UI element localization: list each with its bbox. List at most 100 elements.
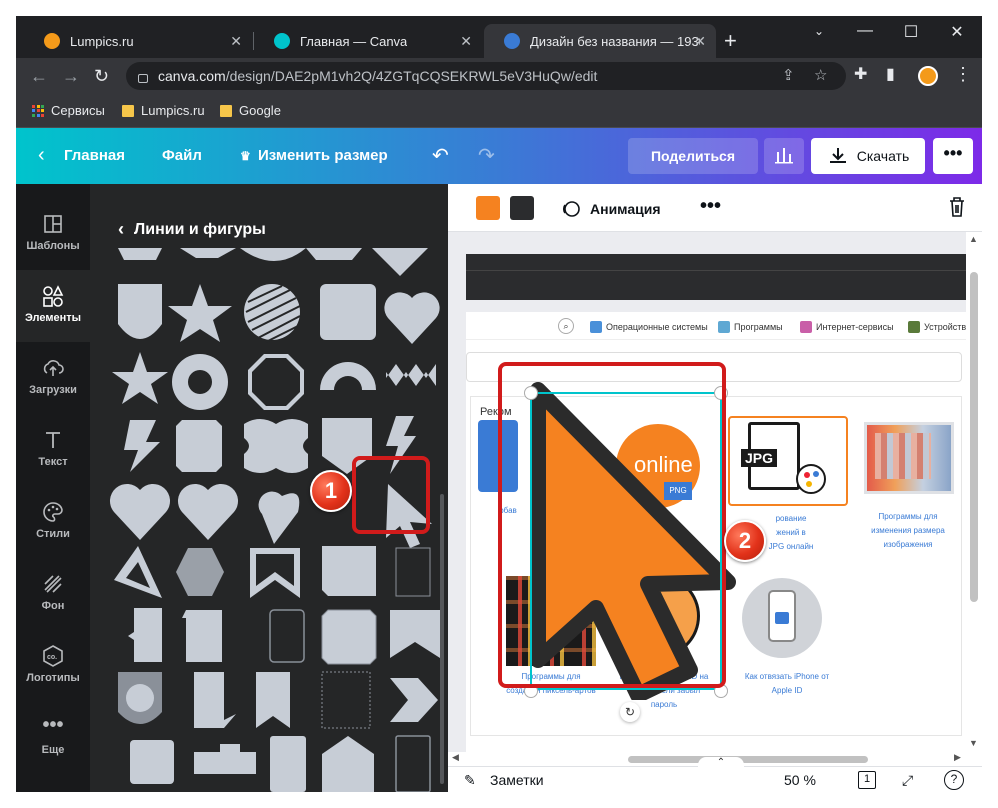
embedded-header-strip [466, 254, 966, 300]
notes-icon: ✎ [464, 772, 476, 788]
rail-text[interactable]: Текст [16, 414, 90, 486]
shape-star [168, 284, 232, 342]
bookmark-lumpics[interactable]: Lumpics.ru [122, 103, 205, 118]
shape-octagon-outline [248, 354, 304, 410]
chevron-left-icon: ‹ [118, 219, 124, 239]
reload-icon[interactable]: ↻ [94, 66, 109, 87]
more-options-icon[interactable]: ••• [700, 195, 721, 218]
file-menu[interactable]: Файл [162, 147, 202, 164]
canva-favicon-icon [504, 33, 520, 49]
minimize-icon[interactable]: — [842, 22, 888, 40]
rail-more[interactable]: ••• Еще [16, 702, 90, 774]
zoom-level[interactable]: 50 % [784, 772, 816, 788]
bottom-bar: ⌃ ✎ Заметки 50 % 1 ⤢ ? [448, 757, 982, 792]
bookmark-services[interactable]: Сервисы [32, 103, 105, 118]
rail-styles[interactable]: Стили [16, 486, 90, 558]
jpg-file-icon: JPG [741, 422, 800, 490]
chevron-left-icon[interactable]: ‹ [38, 144, 45, 167]
home-link[interactable]: Главная [64, 147, 125, 164]
shape-wavy-frame [244, 419, 308, 473]
vertical-scrollbar[interactable]: ▲ ▼ [966, 232, 982, 752]
fullscreen-icon[interactable]: ⤢ [902, 772, 913, 789]
address-bar[interactable]: canva.com/design/DAE2pM1vh2Q/4ZGTqCQSEKR… [126, 62, 846, 90]
shape-ring [172, 354, 228, 410]
shape-heart-3 [177, 483, 239, 540]
new-tab-button[interactable]: + [724, 28, 737, 54]
site-navigation: ⌕ Операционные системы Программы Интерне… [466, 312, 966, 340]
close-tab-icon[interactable]: ✕ [460, 33, 472, 50]
tab-lumpics[interactable]: Lumpics.ru ✕ [24, 24, 252, 58]
undo-icon[interactable]: ↶ [432, 143, 449, 168]
profile-avatar[interactable] [918, 66, 938, 86]
more-options-button[interactable]: ••• [933, 138, 973, 174]
color-swatch-orange[interactable] [476, 196, 500, 220]
shape-banner [390, 610, 440, 658]
rail-logos[interactable]: co. Логотипы [16, 630, 90, 702]
shape-rounded-square [320, 284, 376, 340]
tab-canva-home[interactable]: Главная — Canva ✕ [254, 24, 482, 58]
browser-window: Lumpics.ru ✕ Главная — Canva ✕ Дизайн бе… [16, 16, 982, 792]
callout-box-1 [352, 456, 430, 534]
insights-button[interactable] [764, 138, 804, 174]
shape-shield-partial [118, 248, 162, 260]
svg-text:co.: co. [47, 654, 57, 661]
rail-templates[interactable]: Шаблоны [16, 198, 90, 270]
tab-search-icon[interactable]: ⌄ [796, 24, 842, 38]
page-gap [466, 232, 966, 244]
palette-badge-icon [796, 464, 826, 494]
panel-scrollbar[interactable] [440, 494, 444, 784]
shape-ribbon-rect [182, 610, 222, 662]
share-page-icon[interactable]: ⇪ [782, 66, 795, 84]
shape-chevron-right [390, 678, 438, 722]
page-count-button[interactable]: 1 [858, 771, 876, 789]
rail-uploads[interactable]: Загрузки [16, 342, 90, 414]
forward-icon[interactable]: → [62, 66, 80, 87]
shape-triangle-outline [114, 546, 162, 598]
download-button[interactable]: Скачать [811, 138, 925, 174]
close-window-icon[interactable]: ✕ [934, 22, 980, 42]
shape-tab-shape [194, 744, 256, 774]
shape-plaque [321, 609, 377, 665]
shape-triangle-partial [372, 248, 428, 276]
shape-frame-tall [395, 735, 431, 792]
search-icon: ⌕ [558, 318, 574, 334]
share-button[interactable]: Поделиться [628, 138, 758, 174]
callout-badge-1: 1 [310, 470, 352, 512]
animation-button[interactable]: Анимация [560, 199, 661, 219]
shape-star-2 [112, 352, 168, 404]
shape-banner-partial [180, 248, 236, 258]
resize-button[interactable]: Изменить размер [258, 147, 388, 164]
chevron-up-icon[interactable]: ⌃ [698, 757, 744, 771]
rail-elements[interactable]: Элементы [16, 270, 90, 342]
shape-heart [384, 292, 440, 344]
notes-button[interactable]: Заметки [490, 772, 544, 788]
rail-background[interactable]: Фон [16, 558, 90, 630]
color-swatch-dark[interactable] [510, 196, 534, 220]
canva-header: ‹ Главная Файл ♛ Изменить размер ↶ ↷ Под… [16, 128, 982, 184]
rotate-handle-icon[interactable]: ↻ [620, 702, 640, 722]
trash-icon[interactable] [948, 196, 966, 218]
side-panel-icon[interactable]: ▮ [886, 64, 895, 84]
shape-speech-tag [128, 608, 162, 662]
bookmark-star-icon[interactable]: ☆ [814, 66, 827, 84]
shape-cut-square [176, 420, 222, 472]
extensions-icon[interactable]: ✚ [854, 64, 867, 84]
lock-icon [138, 73, 148, 83]
browser-menu-icon[interactable]: ⋮ [954, 64, 972, 85]
apps-grid-icon [32, 104, 44, 117]
back-icon[interactable]: ← [30, 66, 48, 87]
help-button[interactable]: ? [944, 770, 964, 790]
close-tab-icon[interactable]: ✕ [230, 33, 242, 50]
callout-badge-2: 2 [724, 520, 766, 562]
close-tab-icon[interactable]: ✕ [694, 33, 706, 50]
shape-shield [118, 284, 162, 339]
shape-thin-frame [395, 547, 431, 597]
bookmark-google[interactable]: Google [220, 103, 281, 118]
shape-dotted-frame [321, 671, 371, 729]
tab-canva-design[interactable]: Дизайн без названия — 1938 ✕ [484, 24, 716, 58]
animation-icon [562, 201, 580, 217]
redo-icon[interactable]: ↷ [478, 143, 495, 168]
maximize-icon[interactable]: ☐ [888, 22, 934, 42]
panel-back-title[interactable]: ‹ Линии и фигуры [118, 219, 266, 240]
upload-icon [41, 356, 65, 380]
